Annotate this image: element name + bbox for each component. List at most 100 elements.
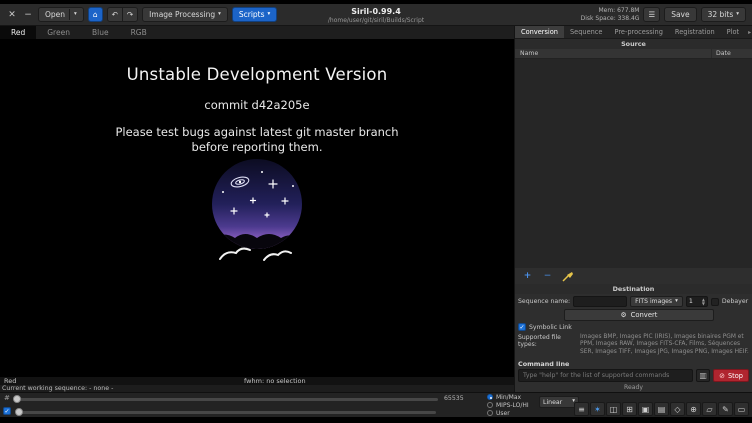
tab-sequence[interactable]: Sequence: [564, 26, 609, 38]
scripts-menu[interactable]: Scripts ▾: [232, 7, 277, 22]
source-section-header: Source: [515, 39, 752, 49]
user-label: User: [496, 410, 510, 417]
layers-button[interactable]: ▤: [654, 402, 669, 416]
siril-logo-graphic: [207, 158, 307, 264]
radio-icon: [487, 410, 493, 416]
display-mode-user[interactable]: User: [487, 409, 529, 417]
clear-list-button[interactable]: [559, 270, 576, 283]
open-button[interactable]: Open ▾: [38, 7, 84, 22]
image-processing-label: Image Processing: [149, 10, 215, 19]
sequence-name-input[interactable]: [573, 296, 627, 307]
pixel-grid-icon: ⊞: [626, 405, 633, 414]
minimize-icon[interactable]: −: [22, 10, 34, 20]
geometry-button[interactable]: ◇: [670, 402, 685, 416]
display-mode-minmax[interactable]: Min/Max: [487, 393, 529, 401]
close-icon[interactable]: ✕: [6, 10, 18, 20]
tab-pre-processing[interactable]: Pre-processing: [609, 26, 669, 38]
tab-green[interactable]: Green: [36, 26, 81, 39]
chevron-down-icon: ▾: [218, 12, 221, 18]
image-compare-icon: ◫: [610, 405, 618, 414]
home-icon: ⌂: [93, 10, 98, 19]
stretch-mode-select[interactable]: Linear ▾: [539, 396, 579, 408]
splash-message-line1: Please test bugs against latest git mast…: [0, 125, 514, 140]
column-name[interactable]: Name: [515, 49, 712, 58]
stop-button[interactable]: ⊘ Stop: [713, 369, 749, 382]
supported-types-row: Supported file types: Images BMP, Images…: [518, 334, 749, 356]
redo-icon: ↷: [127, 10, 133, 19]
radio-icon: [487, 402, 493, 408]
tab-registration[interactable]: Registration: [669, 26, 721, 38]
disk-space: Disk Space: 338.4G: [581, 15, 640, 23]
tab-red[interactable]: Red: [0, 26, 36, 39]
lo-cutoff-slider[interactable]: [16, 411, 436, 414]
add-files-button[interactable]: +: [519, 270, 536, 283]
open-label: Open: [45, 10, 65, 19]
splash-commit: commit d42a205e: [0, 98, 514, 112]
hamburger-menu-button[interactable]: ☰: [643, 7, 660, 22]
minmax-label: Min/Max: [496, 394, 521, 401]
channel-tab-bar: Red Green Blue RGB: [0, 26, 514, 40]
window-title-block: Siril-0.99.4 /home/user/git/siril/Builds…: [328, 7, 424, 24]
debayer-label: Debayer: [722, 298, 748, 305]
tab-overflow-button[interactable]: ▸: [745, 26, 752, 38]
tab-conversion[interactable]: Conversion: [515, 26, 564, 38]
sequence-name-label: Sequence name:: [518, 298, 570, 305]
undo-button[interactable]: ↶: [107, 7, 123, 22]
undo-icon: ↶: [112, 10, 118, 19]
lo-slider-handle[interactable]: [15, 408, 23, 416]
hamburger-icon: ☰: [648, 10, 655, 19]
annotate-button[interactable]: ✎: [718, 402, 733, 416]
image-status-row: Red fwhm: no selection: [0, 377, 514, 385]
image-canvas[interactable]: Unstable Development Version commit d42a…: [0, 40, 514, 377]
start-index-value: 1: [689, 298, 693, 305]
tab-plot[interactable]: Plot: [721, 26, 745, 38]
bit-depth-select[interactable]: 32 bits ▾: [701, 7, 746, 22]
photometry-icon: ⊕: [690, 405, 697, 414]
chevron-down-icon: ▾: [268, 12, 271, 18]
metadata-icon: ▣: [642, 405, 650, 414]
layers-icon: ▤: [658, 405, 666, 414]
column-date[interactable]: Date: [712, 49, 752, 58]
output-format-select[interactable]: FITS images ▾: [630, 296, 683, 307]
hi-cutoff-slider[interactable]: [14, 398, 438, 401]
image-compare-button[interactable]: ◫: [606, 402, 621, 416]
hi-cutoff-value: 65535: [444, 395, 464, 402]
sequence-name-row: Sequence name: FITS images ▾ 1 ▲▼ Debaye…: [518, 296, 749, 307]
convert-button[interactable]: ⚙ Convert: [564, 309, 714, 321]
tab-blue[interactable]: Blue: [81, 26, 120, 39]
snapshot-button[interactable]: ▭: [734, 402, 749, 416]
chevron-down-icon: ▾: [74, 12, 77, 18]
supported-types-label: Supported file types:: [518, 334, 576, 348]
hamburger-menu-tool-button[interactable]: ≡: [574, 402, 589, 416]
histogram-button[interactable]: ▱: [702, 402, 717, 416]
debayer-checkbox[interactable]: [711, 298, 719, 306]
console-log-button[interactable]: ▥: [696, 369, 710, 382]
app-title: Siril-0.99.4: [328, 7, 424, 16]
bottom-bar: # 65535 ✓ Min/Max MIPS-LO/HI User Linear: [0, 392, 752, 417]
metadata-button[interactable]: ▣: [638, 402, 653, 416]
command-line-input[interactable]: [518, 369, 693, 382]
symbolic-link-label: Symbolic Link: [529, 324, 572, 331]
titlebar: ✕ − Open ▾ ⌂ ↶ ↷ Image Processing ▾ Scri…: [0, 4, 752, 26]
redo-button[interactable]: ↷: [123, 7, 138, 22]
display-mode-mips[interactable]: MIPS-LO/HI: [487, 401, 529, 409]
chevron-right-icon: ▸: [748, 29, 751, 36]
pixel-grid-button[interactable]: ⊞: [622, 402, 637, 416]
siril-window: ✕ − Open ▾ ⌂ ↶ ↷ Image Processing ▾ Scri…: [0, 4, 752, 417]
start-index-spinner[interactable]: 1 ▲▼: [686, 296, 708, 307]
symbolic-link-checkbox[interactable]: ✓: [518, 323, 526, 331]
working-directory: /home/user/git/siril/Builds/Script: [328, 17, 424, 24]
source-file-list[interactable]: [515, 59, 752, 268]
image-processing-menu[interactable]: Image Processing ▾: [142, 7, 228, 22]
screen: { "titlebar": { "title": "Siril-0.99.4",…: [0, 0, 752, 423]
tab-rgb[interactable]: RGB: [120, 26, 158, 39]
save-button[interactable]: Save: [664, 7, 696, 22]
chevron-down-icon: ▾: [675, 299, 678, 305]
hi-slider-handle[interactable]: [13, 395, 21, 403]
photometry-button[interactable]: ⊕: [686, 402, 701, 416]
remove-files-button[interactable]: −: [539, 270, 556, 283]
star-psf-button[interactable]: ✶: [590, 402, 605, 416]
convert-row: ⚙ Convert: [518, 309, 749, 321]
home-button[interactable]: ⌂: [88, 7, 103, 22]
cutoff-link-checkbox[interactable]: ✓: [3, 407, 11, 415]
